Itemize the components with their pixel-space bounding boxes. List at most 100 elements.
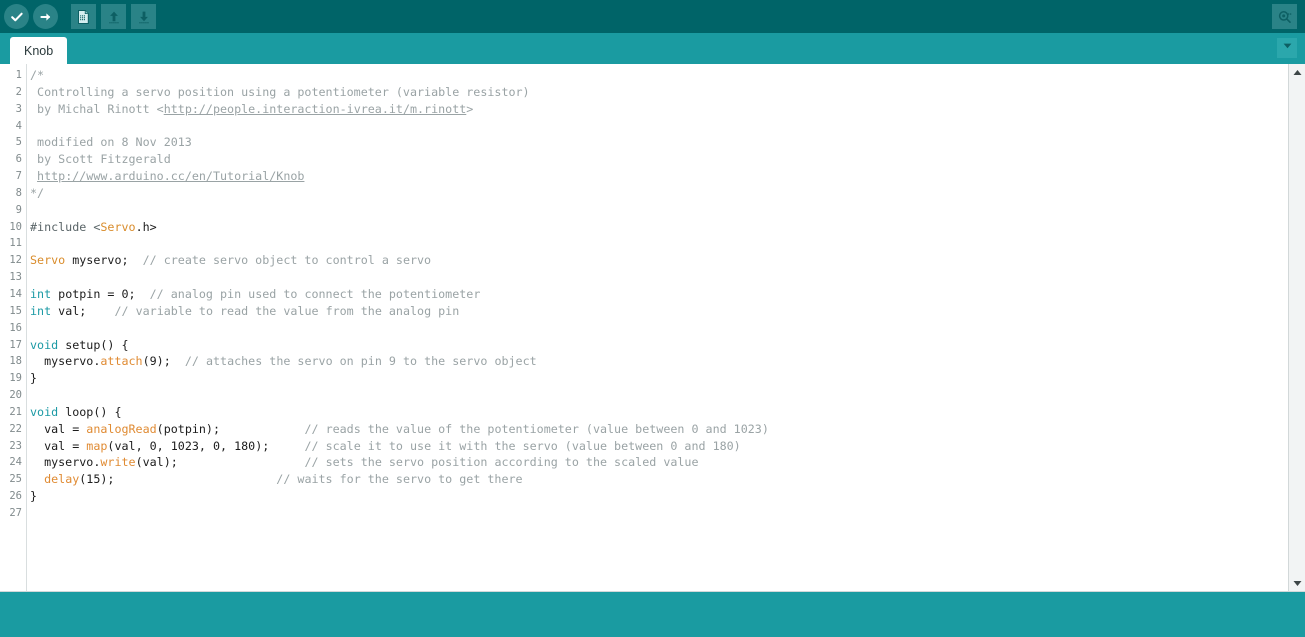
code-line: #include <Servo.h> <box>30 219 1305 236</box>
line-number: 15 <box>9 304 22 317</box>
code-token-keyword: int <box>30 286 52 301</box>
tab-knob[interactable]: Knob <box>10 37 68 64</box>
code-token-plain: val = <box>30 421 87 436</box>
code-line: Servo myservo; // create servo object to… <box>30 252 1305 269</box>
line-number: 12 <box>9 254 22 267</box>
code-line: int potpin = 0; // analog pin used to co… <box>30 286 1305 303</box>
line-number: 26 <box>9 490 22 503</box>
line-number: 11 <box>9 237 22 250</box>
code-line: void loop() { <box>30 404 1305 421</box>
code-token-comment-link[interactable]: http://people.interaction-ivrea.it/m.rin… <box>164 102 467 116</box>
code-token-comment: Controlling a servo position using a pot… <box>30 84 530 99</box>
line-number: 19 <box>9 372 22 385</box>
code-token-plain: myservo. <box>30 354 101 369</box>
code-line: myservo.attach(9); // attaches the servo… <box>30 353 1305 370</box>
code-line: by Scott Fitzgerald <box>30 151 1305 168</box>
line-number: 14 <box>9 287 22 300</box>
open-button[interactable] <box>101 4 126 29</box>
verify-button[interactable] <box>4 4 29 29</box>
code-line: */ <box>30 185 1305 202</box>
code-token-func: attach <box>100 354 143 369</box>
save-button[interactable] <box>131 4 156 29</box>
code-token-plain: myservo. <box>30 455 101 470</box>
code-line: val = map(val, 0, 1023, 0, 180); // scal… <box>30 438 1305 455</box>
line-number: 8 <box>15 186 22 199</box>
code-line: modified on 8 Nov 2013 <box>30 134 1305 151</box>
code-token-plain: .h> <box>135 219 157 234</box>
code-token-comment: // attaches the servo on pin 9 to the se… <box>184 354 537 369</box>
code-token-comment: // create servo object to control a serv… <box>142 253 432 268</box>
code-editor[interactable]: 1 2 3 4 5 6 7 8 9 10 11 12 13 14 15 16 17 18 19 20 21 22 23 24 2… <box>0 64 1305 592</box>
code-token-keyword: void <box>30 337 59 352</box>
line-number: 23 <box>9 439 22 452</box>
arrow-down-icon <box>136 9 152 25</box>
code-token-type: Servo <box>100 219 136 234</box>
line-number: 13 <box>9 271 22 284</box>
code-line: delay(15); // waits for the servo to get… <box>30 471 1305 488</box>
serial-monitor-button[interactable] <box>1272 4 1297 29</box>
toolbar <box>0 0 1305 33</box>
check-icon <box>9 9 25 25</box>
line-number: 6 <box>15 153 22 166</box>
code-token-func: delay <box>44 472 80 487</box>
code-token-plain: } <box>30 489 38 504</box>
vertical-scrollbar[interactable] <box>1288 64 1305 591</box>
code-token-plain: myservo; <box>65 253 143 268</box>
line-number: 17 <box>9 338 22 351</box>
line-number: 10 <box>9 220 22 233</box>
line-number: 4 <box>15 119 22 132</box>
code-token-comment: // scale it to use it with the servo (va… <box>304 438 741 453</box>
scroll-down-arrow-icon[interactable] <box>1289 575 1305 591</box>
line-number-gutter: 1 2 3 4 5 6 7 8 9 10 11 12 13 14 15 16 17 18 19 20 21 22 23 24 2… <box>0 64 27 591</box>
code-token-plain: (9); <box>142 354 185 369</box>
code-line: Controlling a servo position using a pot… <box>30 84 1305 101</box>
code-line: /* <box>30 67 1305 84</box>
code-token-comment: // waits for the servo to get there <box>276 472 523 487</box>
code-line: int val; // variable to read the value f… <box>30 303 1305 320</box>
code-token-comment: // analog pin used to connect the potent… <box>149 286 481 301</box>
code-token-func: write <box>100 455 136 470</box>
code-token-plain: (val); <box>135 455 305 470</box>
line-number: 5 <box>15 136 22 149</box>
code-token-comment: */ <box>30 185 45 200</box>
code-token-func: analogRead <box>86 421 157 436</box>
tab-menu-button[interactable] <box>1277 38 1297 58</box>
line-number: 27 <box>9 506 22 519</box>
code-token-plain: potpin = 0; <box>51 286 150 301</box>
line-number: 2 <box>15 85 22 98</box>
toolbar-primary-actions <box>4 4 62 29</box>
line-number: 21 <box>9 405 22 418</box>
code-token-comment: > <box>466 101 474 116</box>
code-token-plain: loop() { <box>58 404 122 419</box>
code-token-comment: // sets the servo position according to … <box>304 455 699 470</box>
upload-button[interactable] <box>33 4 58 29</box>
code-token-comment: /* <box>30 68 45 82</box>
arrow-right-icon <box>38 9 54 25</box>
code-token-comment: // reads the value of the potentiometer … <box>304 421 769 436</box>
code-line: by Michal Rinott <http://people.interact… <box>30 101 1305 118</box>
scroll-up-arrow-icon[interactable] <box>1289 64 1305 80</box>
code-line: } <box>30 488 1305 505</box>
line-number: 16 <box>9 321 22 334</box>
line-number: 24 <box>9 456 22 469</box>
code-content[interactable]: /* Controlling a servo position using a … <box>27 64 1305 591</box>
line-number: 1 <box>15 69 22 81</box>
code-token-keyword: void <box>30 404 59 419</box>
code-token-comment: by Michal Rinott < <box>30 101 164 116</box>
line-number: 9 <box>15 203 22 216</box>
tab-label: Knob <box>24 43 54 58</box>
code-line: val = analogRead(potpin); // reads the v… <box>30 421 1305 438</box>
line-number: 25 <box>9 473 22 486</box>
code-token-comment-link[interactable]: http://www.arduino.cc/en/Tutorial/Knob <box>37 169 304 183</box>
line-number: 20 <box>9 389 22 402</box>
code-line: void setup() { <box>30 337 1305 354</box>
code-token-func: map <box>86 438 108 453</box>
code-token-plain: } <box>30 371 38 386</box>
code-token-preproc: #include < <box>30 219 101 234</box>
new-button[interactable] <box>71 4 96 29</box>
code-token-plain: (15); <box>79 472 277 487</box>
